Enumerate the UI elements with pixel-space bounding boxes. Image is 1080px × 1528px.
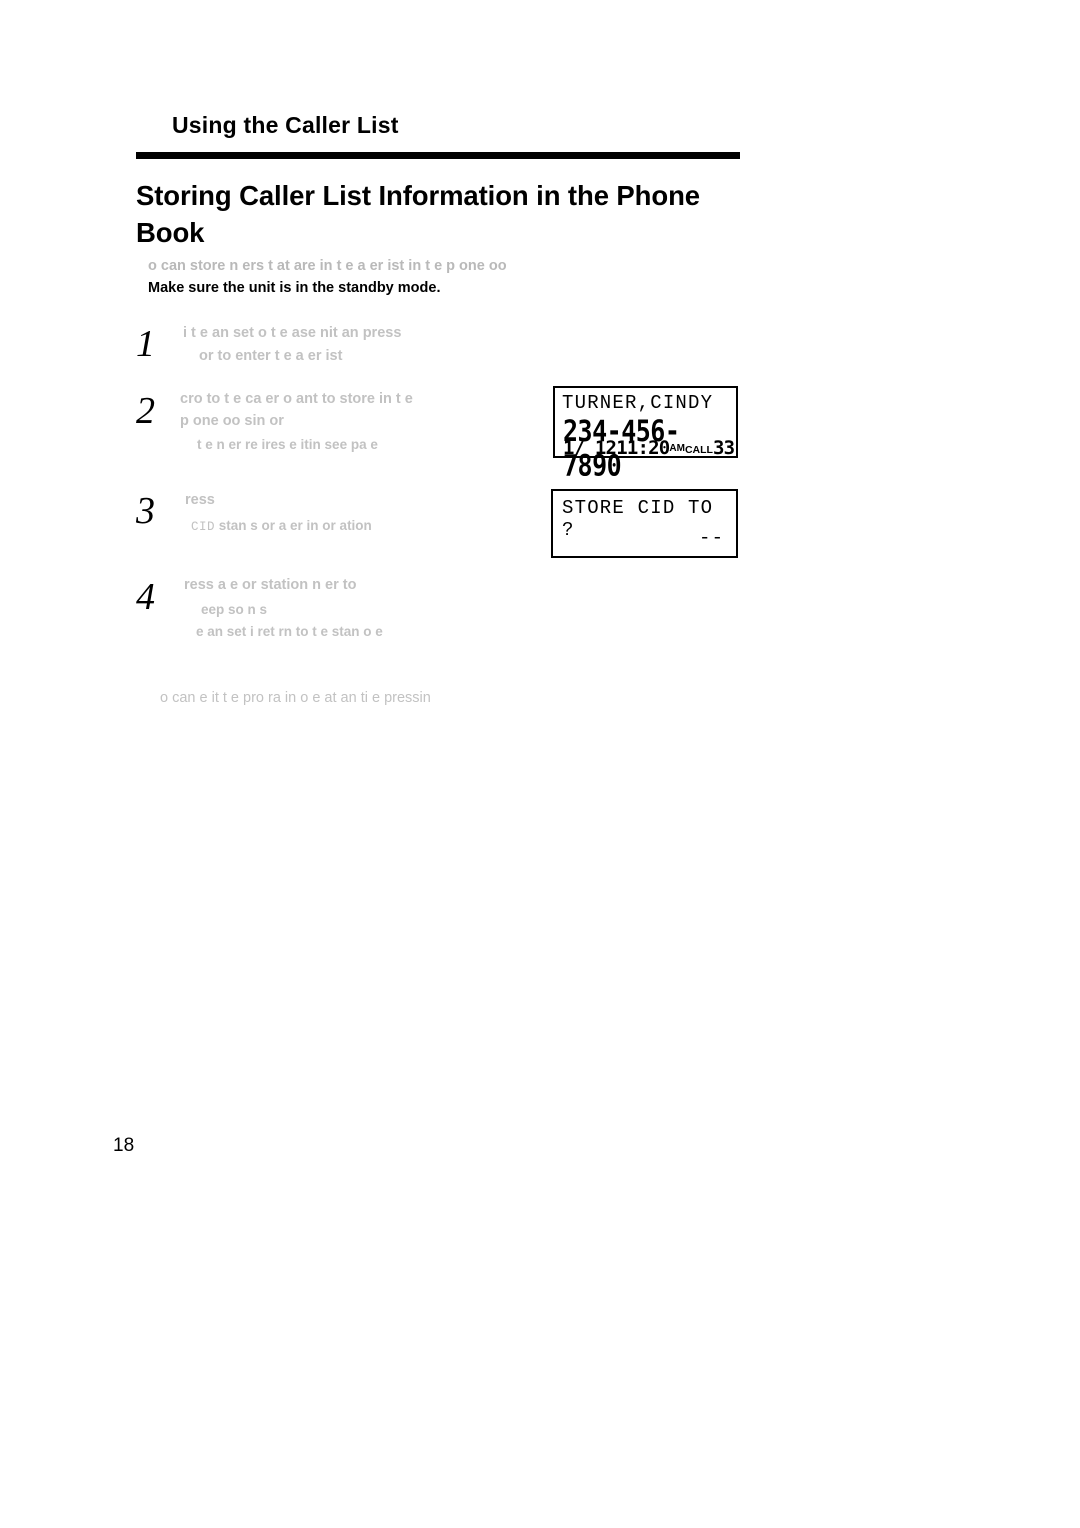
- step-3-sub-text: stan s or a er in or ation: [215, 518, 372, 533]
- manual-page: Using the Caller List Storing Caller Lis…: [0, 0, 1080, 1528]
- footnote: o can e it t e pro ra in o e at an ti e …: [160, 690, 431, 706]
- lcd-caller-meridiem: AM: [669, 443, 685, 454]
- step-1-line-2: or to enter t e a er ist: [199, 348, 343, 364]
- step-2-line-2: p one oo sin or: [180, 413, 284, 429]
- lcd-caller-display: TURNER,CINDY 234-456-7890 1/ 1211:20AMCA…: [553, 386, 738, 482]
- step-2-number: 2: [136, 390, 155, 432]
- intro-line-1: o can store n ers t at are in t e a er i…: [148, 258, 507, 274]
- step-1-line-1: i t e an set o t e ase nit an press: [183, 325, 402, 341]
- step-4-number: 4: [136, 576, 155, 618]
- lcd-caller-call-count: 33: [712, 437, 735, 459]
- step-3-line-1: ress: [185, 492, 215, 508]
- page-title: Storing Caller List Information in the P…: [136, 180, 700, 248]
- intro-block: o can store n ers t at are in t e a er i…: [148, 255, 748, 299]
- header-rule: [136, 152, 740, 159]
- step-4-line-3: e an set i ret rn to t e stan o e: [196, 624, 383, 639]
- step-3-cid-token: CID: [191, 520, 216, 534]
- lcd-caller-name: TURNER,CINDY: [562, 392, 714, 414]
- step-2-line-3: t e n er re ires e itin see pa e: [197, 437, 378, 452]
- running-head: Using the Caller List: [172, 112, 399, 138]
- lcd-caller-call-label: CALL: [684, 444, 713, 456]
- lcd-caller-date: 1/ 12: [563, 437, 617, 459]
- step-3-sub: CID stan s or a er in or ation: [191, 515, 551, 537]
- lcd-caller-status: 1/ 1211:20AMCALL33: [563, 437, 735, 459]
- step-4-line-1: ress a e or station n er to: [184, 577, 357, 593]
- step-4-line-2: eep so n s: [201, 602, 268, 617]
- lcd-caller-time: 11:20: [616, 437, 670, 459]
- lcd-store-line-2: --: [699, 527, 725, 549]
- lcd-store-display: STORE CID TO ? --: [551, 489, 738, 558]
- page-number: 18: [113, 1135, 135, 1156]
- step-1-number: 1: [136, 323, 155, 365]
- step-3-number: 3: [136, 490, 155, 532]
- intro-line-2: Make sure the unit is in the standby mod…: [148, 280, 441, 297]
- step-2-line-1: cro to t e ca er o ant to store in t e: [180, 391, 413, 407]
